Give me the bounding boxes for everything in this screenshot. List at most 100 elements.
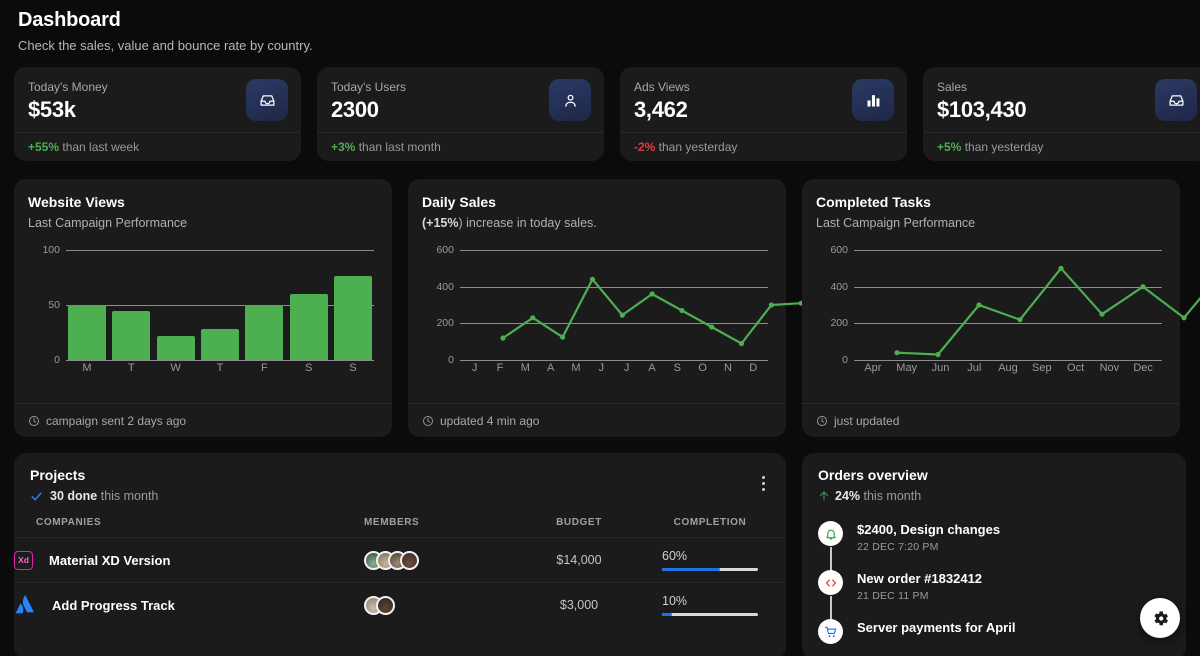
progress-value: 60% [662, 549, 688, 563]
avatar [400, 550, 419, 570]
table-row[interactable]: Xd Material XD Version $14,000 60% [14, 537, 786, 583]
x-tick: S [349, 362, 357, 374]
settings-fab-button[interactable] [1140, 598, 1180, 638]
project-name: Add Progress Track [52, 597, 175, 613]
timeline-icon-badge [818, 619, 843, 644]
grid-line [66, 360, 374, 361]
project-company-cell: Xd Material XD Version [14, 537, 364, 583]
x-tick: May [896, 362, 918, 374]
avatar-group [364, 550, 524, 570]
x-axis: JFMAMJJASOND [460, 362, 768, 374]
progress-bar: 60% [662, 549, 758, 571]
stat-cards-row: Today's Money $53k +55% than last week T… [0, 55, 1200, 161]
chart-subtitle-row: (+15%) increase in today sales. [422, 215, 772, 232]
x-tick: A [648, 362, 656, 374]
data-point-A [589, 276, 596, 282]
bar-T-1 [112, 310, 151, 360]
orders-title: Orders overview [818, 467, 928, 483]
chart-footer-text: just updated [834, 413, 900, 428]
bar-M-0 [68, 305, 106, 360]
person-icon [564, 94, 576, 107]
cart-icon [824, 626, 836, 637]
orders-trend: 24% this month [818, 489, 1170, 503]
y-tick: 600 [436, 244, 454, 256]
x-tick: Oct [1067, 362, 1085, 374]
projects-done-suffix: this month [97, 489, 159, 503]
y-tick: 100 [42, 244, 60, 256]
x-tick: D [749, 362, 758, 374]
projects-title: Projects [30, 467, 86, 483]
avatar [376, 595, 395, 615]
arrow-up-icon [819, 491, 829, 501]
timeline-item-0: $2400, Design changes 22 DEC 7:20 PM [818, 521, 1170, 573]
projects-table: COMPANIES MEMBERS BUDGET COMPLETION Xd Mater… [14, 517, 786, 627]
chart-card-1: Daily Sales (+15%) increase in today sal… [408, 179, 834, 437]
table-header-row: COMPANIES MEMBERS BUDGET COMPLETION [14, 517, 786, 538]
timeline-title: Server payments for April [857, 620, 1016, 635]
x-tick: Nov [1099, 362, 1120, 374]
stat-divider [317, 132, 604, 133]
data-point-Aug [1058, 265, 1064, 271]
data-point-A [709, 324, 715, 330]
projects-card: Projects 30 done this month COMPANIES MEM… [14, 453, 786, 656]
line-series [894, 265, 1200, 358]
stat-delta-text: than yesterday [961, 140, 1044, 154]
project-budget-cell: $14,000 [524, 537, 634, 583]
orders-timeline: $2400, Design changes 22 DEC 7:20 PM New… [818, 521, 1170, 656]
chart-card-2: Completed Tasks Last Campaign Performanc… [802, 179, 1200, 437]
project-completion-cell: 60% [634, 537, 786, 583]
x-tick: Jul [967, 362, 982, 374]
x-tick: W [170, 362, 181, 374]
projects-done-status: 30 done this month [14, 489, 786, 503]
chart-footer-text: campaign sent 2 days ago [46, 413, 187, 428]
stat-icon-box [246, 79, 288, 121]
timeline-icon-badge [818, 570, 843, 595]
x-axis: MTWTFSS [66, 362, 374, 374]
chart-subtitle-row: Last Campaign Performance [816, 215, 1166, 232]
y-tick: 200 [436, 317, 454, 330]
project-company-cell: Add Progress Track [14, 582, 364, 627]
dashboard-page: Dashboard Check the sales, value and bou… [0, 0, 1200, 656]
bar-F-4 [245, 305, 284, 360]
data-point-Nov [1181, 315, 1187, 321]
y-tick: 0 [54, 354, 60, 366]
clock-icon [817, 415, 827, 426]
stat-delta-text: than last month [355, 140, 441, 154]
progress-track [662, 568, 758, 571]
inbox-icon [259, 94, 275, 106]
progress-track [662, 613, 758, 616]
table-row[interactable]: Add Progress Track $3,000 10% [14, 582, 786, 627]
x-tick: Aug [998, 362, 1018, 374]
data-point-F [530, 315, 536, 321]
plot-grid [460, 250, 834, 361]
progress-fill [662, 568, 720, 571]
project-members-cell [364, 537, 524, 583]
stat-icon-box [852, 79, 894, 121]
chart-footer: just updated [802, 403, 1180, 437]
x-tick: M [82, 362, 92, 374]
x-tick: F [496, 362, 504, 374]
x-tick: Sep [1032, 362, 1052, 374]
stat-delta-value: +5% [937, 140, 962, 154]
stat-divider [923, 132, 1200, 133]
gear-icon [1153, 610, 1168, 625]
stat-card-1: Today's Users 2300 +3% than last month [317, 67, 604, 161]
chart-subtitle: Last Campaign Performance [816, 216, 976, 230]
orders-trend-suffix: this month [860, 489, 922, 503]
x-tick: J [623, 362, 630, 374]
data-point-Sep [1099, 311, 1105, 317]
projects-done-count: 30 done [50, 489, 98, 503]
table-col-completion: COMPLETION [673, 517, 747, 528]
kebab-menu-icon[interactable] [754, 471, 772, 495]
y-tick: 600 [830, 244, 848, 256]
chart-footer-text: updated 4 min ago [440, 413, 540, 428]
bottom-row: Projects 30 done this month COMPANIES MEM… [0, 437, 1200, 656]
chart-subtitle: Last Campaign Performance [28, 216, 188, 230]
stat-delta: +3% than last month [331, 140, 441, 154]
y-tick: 200 [830, 317, 848, 330]
x-tick: Apr [864, 362, 882, 374]
stat-delta-value: +55% [28, 140, 60, 154]
chart-subtitle-bold: (+15% [422, 216, 459, 230]
progress-fill [662, 613, 672, 616]
grid-line [854, 360, 1162, 361]
